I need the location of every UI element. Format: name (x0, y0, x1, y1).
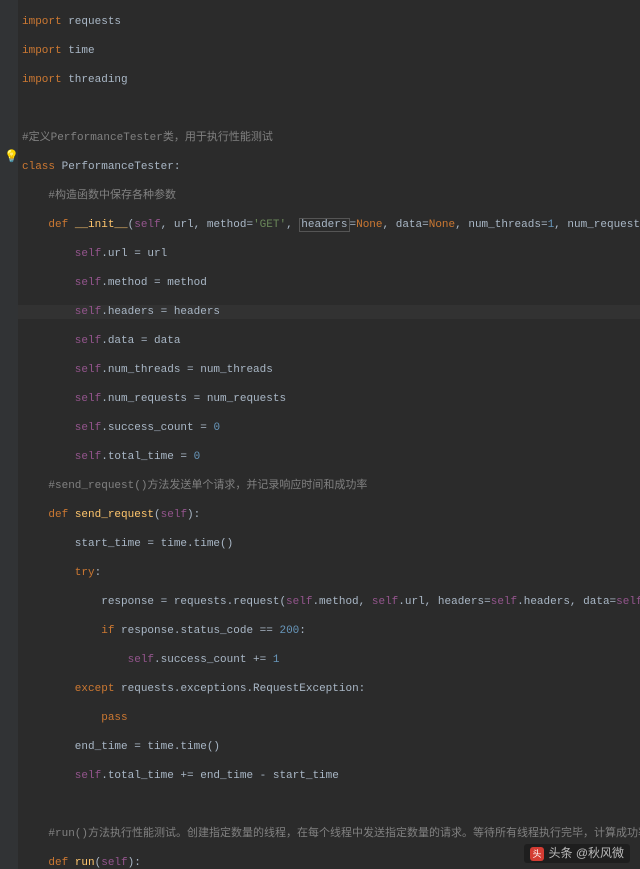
code-line (22, 102, 640, 117)
toutiao-logo-icon (530, 847, 544, 861)
code-line: pass (22, 711, 640, 726)
code-line: #send_request()方法发送单个请求，并记录响应时间和成功率 (22, 479, 640, 494)
watermark-source: 头条 (548, 846, 572, 860)
code-line: self.method = method (22, 276, 640, 291)
code-line: if response.status_code == 200: (22, 624, 640, 639)
code-line: response = requests.request(self.method,… (22, 595, 640, 610)
code-line: except requests.exceptions.RequestExcept… (22, 682, 640, 697)
code-line: #run()方法执行性能测试。创建指定数量的线程，在每个线程中发送指定数量的请求… (22, 827, 640, 842)
code-line: class PerformanceTester: (22, 160, 640, 175)
code-line: try: (22, 566, 640, 581)
code-line: import requests (22, 15, 640, 30)
code-line: #构造函数中保存各种参数 (22, 189, 640, 204)
code-line-highlighted: self.headers = headers (0, 305, 640, 320)
code-line: def __init__(self, url, method='GET', he… (22, 218, 640, 233)
code-line: self.num_requests = num_requests (22, 392, 640, 407)
code-line: def send_request(self): (22, 508, 640, 523)
code-line: import time (22, 44, 640, 59)
watermark: 头条 @秋风微 (524, 844, 630, 863)
code-line: self.success_count += 1 (22, 653, 640, 668)
code-line: self.data = data (22, 334, 640, 349)
code-line: self.total_time = 0 (22, 450, 640, 465)
code-line: self.url = url (22, 247, 640, 262)
code-line: self.success_count = 0 (22, 421, 640, 436)
code-line: import threading (22, 73, 640, 88)
code-line: self.total_time += end_time - start_time (22, 769, 640, 784)
gutter (0, 0, 18, 869)
code-line: #定义PerformanceTester类，用于执行性能测试 (22, 131, 640, 146)
code-editor[interactable]: 💡 import requests import time import thr… (0, 0, 640, 869)
code-line: self.num_threads = num_threads (22, 363, 640, 378)
intention-bulb-icon[interactable]: 💡 (4, 150, 19, 165)
code-line (22, 798, 640, 813)
watermark-author: @秋风微 (576, 846, 624, 860)
code-area[interactable]: import requests import time import threa… (0, 0, 640, 869)
code-line: start_time = time.time() (22, 537, 640, 552)
code-line: end_time = time.time() (22, 740, 640, 755)
